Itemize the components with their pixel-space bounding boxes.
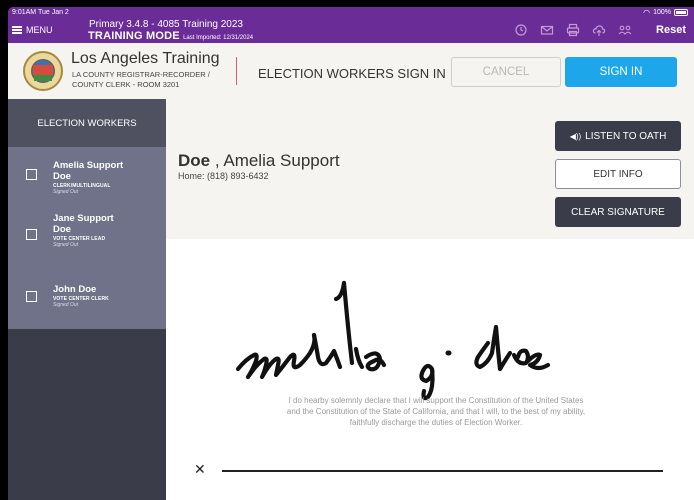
worker-name-line1: John Doe (53, 284, 97, 295)
last-imported-text: Last Imported: 12/31/2024 (183, 35, 254, 41)
worker-home-phone: Home: (818) 893-6432 (178, 171, 269, 181)
worker-checkbox[interactable] (26, 229, 37, 240)
oath-line-1: I do hearby solemnly declare that I will… (288, 396, 584, 405)
org-subtitle-2: COUNTY CLERK - ROOM 3201 (72, 80, 180, 89)
worker-list: Amelia Support Doe CLERK/MULTILINGUAL Si… (8, 147, 166, 329)
speaker-icon: ◀)) (569, 131, 582, 141)
cancel-button[interactable]: CANCEL (451, 57, 561, 87)
printer-icon[interactable] (566, 23, 580, 37)
signature-x-icon: ✕ (194, 461, 206, 477)
oath-line-3: faithfully discharge the duties of Elect… (349, 418, 523, 427)
clear-signature-button[interactable]: CLEAR SIGNATURE (555, 197, 681, 227)
mail-icon[interactable] (540, 23, 554, 37)
signature-drawing (235, 280, 551, 401)
worker-last-name: Doe (178, 151, 211, 170)
mode-text: TRAINING MODE (88, 30, 180, 42)
header-divider (236, 57, 237, 85)
toolbar-icons (514, 23, 632, 37)
org-name: Los Angeles Training (71, 50, 220, 67)
org-subtitle-1: LA COUNTY REGISTRAR-RECORDER / (72, 70, 210, 79)
worker-name-line1: Amelia Support (53, 160, 124, 171)
battery-percent: 100% (653, 9, 671, 16)
wifi-icon: ◠ (643, 8, 651, 17)
history-icon[interactable] (514, 23, 528, 37)
worker-checkbox[interactable] (26, 291, 37, 302)
sign-in-button[interactable]: SIGN IN (565, 57, 677, 87)
worker-detail-panel: Doe , Amelia Support Home: (818) 893-643… (166, 99, 694, 239)
listen-to-oath-button[interactable]: ◀)) LISTEN TO OATH (555, 121, 681, 151)
worker-full-name: Doe , Amelia Support (178, 151, 340, 171)
hamburger-icon (12, 26, 22, 34)
worker-status: Signed Out (53, 242, 79, 248)
users-icon[interactable] (618, 23, 632, 37)
status-time: 9:01AM Tue Jan 2 (12, 9, 69, 16)
signature-line (222, 470, 663, 472)
worker-name-line1: Jane Support (53, 213, 114, 224)
oath-text: I do hearby solemnly declare that I will… (206, 395, 666, 428)
page-title: ELECTION WORKERS SIGN IN (258, 66, 446, 81)
worker-status: Signed Out (53, 189, 79, 195)
version-text: Primary 3.4.8 - 4085 Training 2023 (89, 19, 243, 30)
sidebar-heading: ELECTION WORKERS (8, 99, 166, 147)
worker-status: Signed Out (53, 302, 79, 308)
training-mode-label: TRAINING MODE Last Imported: 12/31/2024 (88, 30, 253, 42)
status-battery: ◠ 100% (643, 8, 688, 17)
menu-label: MENU (26, 25, 53, 35)
cloud-upload-icon[interactable] (592, 23, 606, 37)
battery-icon (674, 9, 688, 16)
worker-item-jane[interactable]: Jane Support Doe VOTE CENTER LEAD Signed… (8, 209, 166, 271)
worker-item-john[interactable]: John Doe VOTE CENTER CLERK Signed Out (8, 271, 166, 329)
worker-item-amelia[interactable]: Amelia Support Doe CLERK/MULTILINGUAL Si… (8, 147, 166, 209)
worker-name-line2: Doe (53, 171, 71, 182)
worker-name-line2: Doe (53, 224, 71, 235)
header: Los Angeles Training LA COUNTY REGISTRAR… (8, 43, 694, 99)
oath-line-2: and the Constitution of the State of Cal… (286, 407, 586, 416)
worker-first-name: , Amelia Support (210, 151, 340, 170)
reset-button[interactable]: Reset (656, 24, 686, 36)
menu-button[interactable]: MENU (12, 25, 53, 35)
app-window: 9:01AM Tue Jan 2 ◠ 100% MENU Primary 3.4… (8, 7, 694, 500)
top-bar: 9:01AM Tue Jan 2 ◠ 100% MENU Primary 3.4… (8, 7, 694, 43)
worker-checkbox[interactable] (26, 169, 37, 180)
sidebar: ELECTION WORKERS Amelia Support Doe CLER… (8, 99, 166, 500)
county-seal-logo (23, 51, 63, 91)
signature-pad[interactable]: I do hearby solemnly declare that I will… (166, 239, 694, 500)
listen-label: LISTEN TO OATH (585, 130, 667, 142)
edit-info-button[interactable]: EDIT INFO (555, 159, 681, 189)
